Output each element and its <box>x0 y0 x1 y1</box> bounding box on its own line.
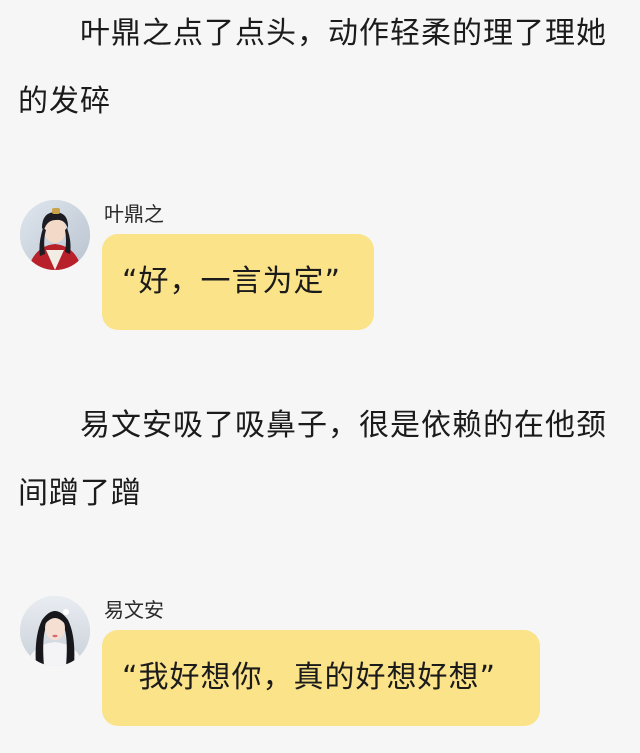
sender-name: 叶鼎之 <box>104 202 164 226</box>
sender-name: 易文安 <box>104 598 164 622</box>
male-character-portrait-icon <box>20 200 90 270</box>
story-chat-page: 叶鼎之点了点头，动作轻柔的理了理她的发碎 叶鼎之 “好，一言为定” 易文安吸了吸… <box>0 0 640 753</box>
message-bubble[interactable]: “好，一言为定” <box>102 234 374 330</box>
narration-paragraph: 叶鼎之点了点头，动作轻柔的理了理她的发碎 <box>18 16 607 119</box>
narration-paragraph: 易文安吸了吸鼻子，很是依赖的在他颈间蹭了蹭 <box>18 408 607 511</box>
message-bubble[interactable]: “我好想你，真的好想好想” <box>102 630 540 726</box>
avatar[interactable] <box>20 596 90 666</box>
avatar[interactable] <box>20 200 90 270</box>
female-character-portrait-icon <box>20 596 90 666</box>
